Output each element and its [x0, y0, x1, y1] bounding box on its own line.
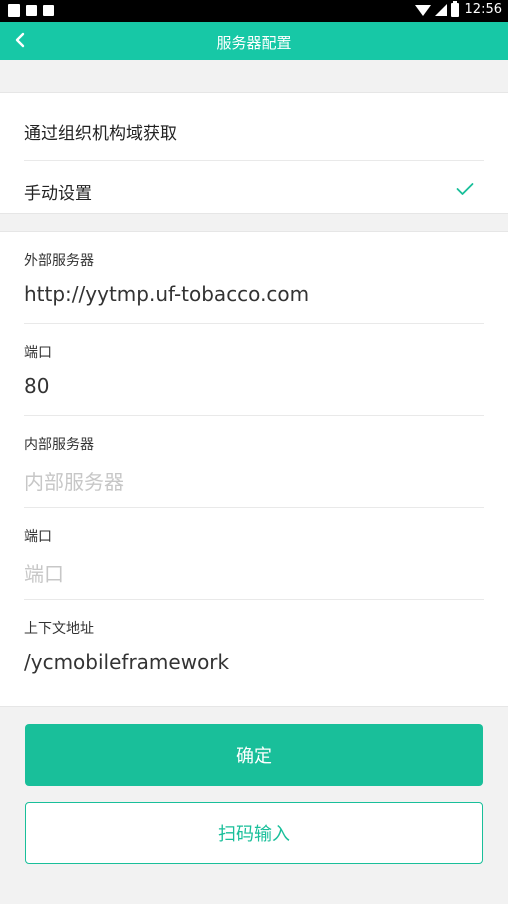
option-manual[interactable]: 手动设置 — [24, 159, 484, 221]
field-label: 端口 — [24, 529, 52, 545]
app-bar: 服务器配置 — [0, 22, 508, 60]
confirm-button[interactable]: 确定 — [25, 724, 483, 786]
internal-server-field[interactable]: 内部服务器 内部服务器 — [24, 416, 484, 508]
internal-port-input[interactable]: 端口 — [24, 558, 64, 587]
port-input[interactable]: 80 — [24, 374, 49, 398]
signal-icon — [434, 3, 447, 16]
option-label: 通过组织机构域获取 — [24, 124, 177, 144]
server-fields-section: 外部服务器 http://yytmp.uf-tobacco.com 端口 80 … — [0, 231, 508, 707]
status-left-icons — [8, 4, 54, 17]
option-org-domain[interactable]: 通过组织机构域获取 — [24, 99, 484, 161]
check-icon — [456, 181, 474, 200]
external-server-field[interactable]: 外部服务器 http://yytmp.uf-tobacco.com — [24, 232, 484, 324]
field-label: 内部服务器 — [24, 437, 94, 453]
notification-icon — [8, 4, 20, 17]
scan-input-button[interactable]: 扫码输入 — [25, 802, 483, 864]
status-bar: 12:56 — [0, 0, 508, 22]
config-mode-section: 通过组织机构域获取 手动设置 — [0, 92, 508, 214]
context-path-input[interactable]: /ycmobileframework — [24, 650, 229, 674]
option-label: 手动设置 — [24, 184, 92, 204]
page-title: 服务器配置 — [216, 34, 292, 52]
app-icon — [43, 5, 54, 16]
internal-port-field[interactable]: 端口 端口 — [24, 508, 484, 600]
context-path-field[interactable]: 上下文地址 /ycmobileframework — [24, 600, 484, 692]
status-right-icons: 12:56 — [414, 0, 502, 17]
wifi-icon — [414, 5, 431, 16]
battery-icon — [450, 0, 459, 17]
field-label: 外部服务器 — [24, 253, 94, 269]
field-label: 端口 — [24, 345, 52, 361]
port-field[interactable]: 端口 80 — [24, 324, 484, 416]
internal-server-input[interactable]: 内部服务器 — [24, 466, 124, 495]
external-server-input[interactable]: http://yytmp.uf-tobacco.com — [24, 282, 309, 306]
message-icon — [26, 5, 37, 16]
status-time: 12:56 — [464, 2, 502, 17]
field-label: 上下文地址 — [24, 621, 94, 637]
